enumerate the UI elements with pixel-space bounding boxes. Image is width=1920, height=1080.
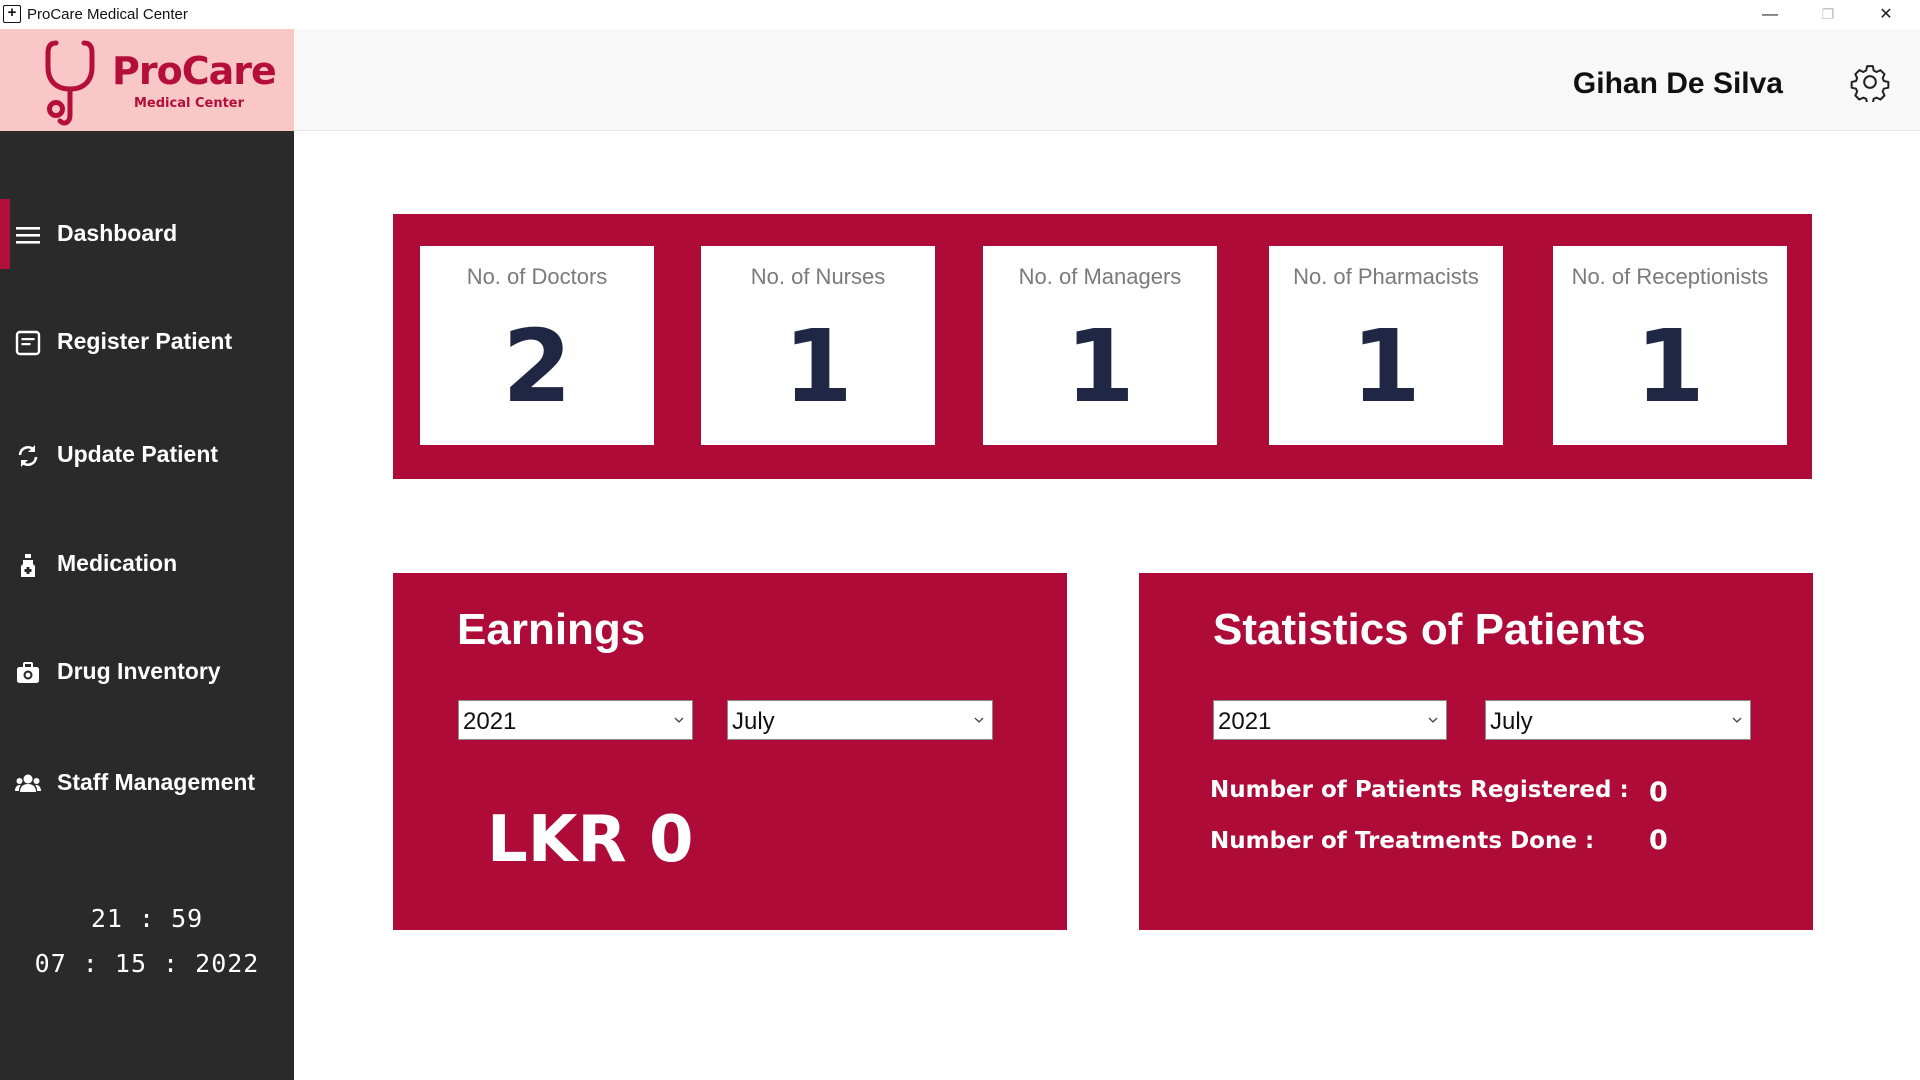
sidebar-item-update-patient[interactable]: Update Patient: [0, 420, 294, 490]
chevron-down-icon: [1732, 717, 1742, 723]
patients-registered-value: 0: [1649, 777, 1668, 808]
top-header: Gihan De Silva: [294, 29, 1920, 131]
sidebar-item-dashboard[interactable]: Dashboard: [0, 199, 294, 269]
stat-label: No. of Receptionists: [1571, 264, 1769, 289]
sidebar: Dashboard Register Patient Update Patien…: [0, 131, 294, 1080]
user-name: Gihan De Silva: [1572, 67, 1783, 100]
medicine-bottle-icon: [21, 554, 35, 577]
chevron-down-icon: [674, 717, 684, 723]
managers-count-card: No. of Managers 1: [983, 246, 1217, 445]
sidebar-item-drug-inventory[interactable]: Drug Inventory: [0, 637, 294, 707]
clock-date: 07 : 15 : 2022: [34, 949, 260, 978]
sidebar-item-staff-management[interactable]: Staff Management: [0, 748, 294, 818]
stat-label: No. of Managers: [1018, 264, 1182, 289]
stat-value: 1: [1351, 308, 1421, 425]
stat-value: 1: [1065, 308, 1135, 425]
chevron-down-icon: [974, 717, 984, 723]
app-plus-icon: +: [3, 5, 21, 23]
clock-time: 21 : 59: [90, 904, 204, 933]
treatments-done-label: Number of Treatments Done :: [1210, 828, 1595, 854]
selected-year: 2021: [463, 708, 517, 735]
stat-label: No. of Doctors: [466, 264, 608, 289]
earnings-year-select[interactable]: 2021: [458, 700, 693, 740]
stat-label: No. of Nurses: [750, 264, 886, 289]
clipboard-icon: [15, 330, 41, 356]
earnings-month-select[interactable]: July: [727, 700, 993, 740]
patients-registered-label: Number of Patients Registered :: [1210, 777, 1629, 803]
stethoscope-icon: [45, 40, 95, 126]
patient-statistics-title: Statistics of Patients: [1213, 605, 1646, 654]
gear-icon[interactable]: [1850, 62, 1890, 102]
sidebar-item-label: Dashboard: [57, 220, 178, 246]
logo: ProCare Medical Center: [0, 29, 294, 131]
receptionists-count-card: No. of Receptionists 1: [1553, 246, 1787, 445]
patient-statistics-panel: Statistics of Patients 2021 July Number …: [1139, 573, 1813, 930]
sidebar-item-register-patient[interactable]: Register Patient: [0, 307, 294, 377]
close-button[interactable]: ✕: [1857, 0, 1915, 29]
selected-month: July: [1490, 708, 1533, 735]
stat-label: No. of Pharmacists: [1293, 264, 1479, 289]
sidebar-item-label: Update Patient: [57, 441, 219, 467]
pharmacists-count-card: No. of Pharmacists 1: [1269, 246, 1503, 445]
statistics-year-select[interactable]: 2021: [1213, 700, 1447, 740]
window-title: ProCare Medical Center: [27, 6, 188, 23]
minimize-button[interactable]: —: [1741, 0, 1799, 29]
stat-value: 1: [1635, 308, 1705, 425]
logo-subtitle: Medical Center: [134, 96, 245, 111]
sidebar-item-label: Staff Management: [57, 769, 256, 795]
medical-kit-icon: [17, 662, 39, 683]
menu-icon: [16, 227, 40, 244]
stat-value: 1: [783, 308, 853, 425]
sidebar-item-medication[interactable]: Medication: [0, 529, 294, 599]
refresh-icon: [18, 445, 38, 467]
users-icon: [15, 774, 41, 792]
doctors-count-card: No. of Doctors 2: [420, 246, 654, 445]
earnings-title: Earnings: [457, 605, 646, 654]
stat-value: 2: [502, 308, 572, 425]
statistics-month-select[interactable]: July: [1485, 700, 1751, 740]
sidebar-item-label: Drug Inventory: [57, 658, 221, 684]
maximize-button[interactable]: ❐: [1799, 0, 1857, 29]
selected-year: 2021: [1218, 708, 1272, 735]
earnings-panel: Earnings 2021 July LKR 0: [393, 573, 1067, 930]
staff-counts-panel: No. of Doctors 2 No. of Nurses 1 No. of …: [393, 214, 1812, 479]
logo-name: ProCare: [112, 49, 277, 93]
window-titlebar: + ProCare Medical Center — ❐ ✕: [0, 0, 1920, 29]
chevron-down-icon: [1428, 717, 1438, 723]
active-indicator: [0, 199, 10, 269]
treatments-done-value: 0: [1649, 825, 1668, 856]
sidebar-item-label: Medication: [57, 550, 178, 576]
nurses-count-card: No. of Nurses 1: [701, 246, 935, 445]
selected-month: July: [732, 708, 775, 735]
earnings-amount: LKR 0: [487, 803, 694, 877]
sidebar-item-label: Register Patient: [57, 328, 233, 354]
